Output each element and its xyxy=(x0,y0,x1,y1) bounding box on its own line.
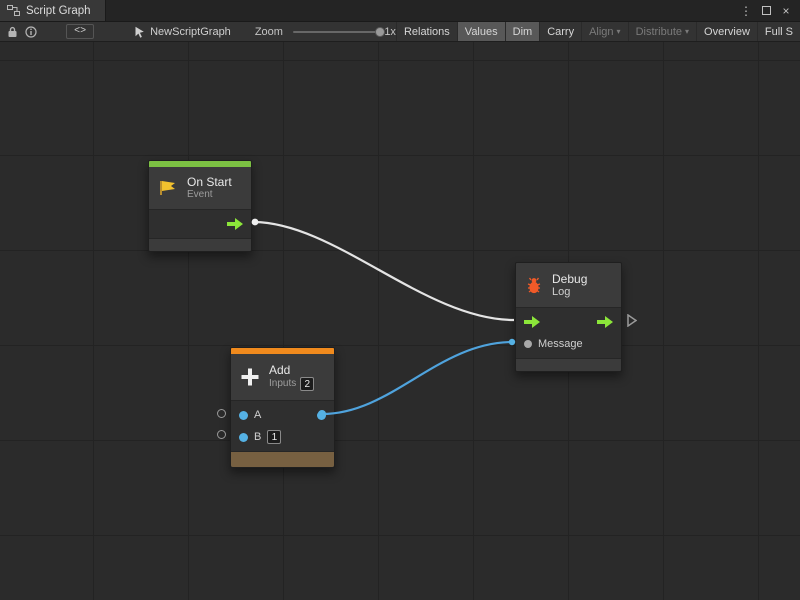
node-add[interactable]: Add Inputs 2 A B 1 xyxy=(230,347,335,468)
node-on-start[interactable]: On Start Event xyxy=(148,160,252,252)
align-label: Align xyxy=(589,26,613,38)
port-a-label: A xyxy=(254,409,261,421)
titlebar: Script Graph ⋮ × xyxy=(0,0,800,22)
info-icon xyxy=(25,26,37,38)
on-start-trigger-out-port[interactable] xyxy=(149,213,251,235)
debug-log-flow-in-port[interactable] xyxy=(524,316,540,328)
add-port-row-b[interactable]: B 1 xyxy=(231,426,334,448)
node-footer-accent xyxy=(231,452,334,467)
add-result-out-dot[interactable] xyxy=(317,411,326,420)
chevron-down-icon: ▾ xyxy=(685,27,689,36)
node-debug-log-header[interactable]: Debug Log xyxy=(516,263,621,307)
zoom-slider-handle[interactable] xyxy=(375,27,385,37)
flow-wire-start-dot xyxy=(252,219,259,226)
graph-name-breadcrumb[interactable]: NewScriptGraph xyxy=(134,26,231,38)
node-title: On Start xyxy=(187,175,232,189)
node-footer xyxy=(516,359,621,371)
code-view-button[interactable]: <> xyxy=(66,24,94,39)
debug-log-flow-out-port[interactable] xyxy=(597,316,613,328)
zoom-slider-track xyxy=(293,31,378,33)
overview-button[interactable]: Overview xyxy=(696,22,757,42)
window-controls: ⋮ × xyxy=(738,0,800,21)
values-button[interactable]: Values xyxy=(457,22,505,42)
node-subtitle: Log xyxy=(552,286,587,298)
node-add-header[interactable]: Add Inputs 2 xyxy=(231,354,334,400)
align-dropdown: Align ▾ xyxy=(581,22,627,42)
node-subtitle: Inputs xyxy=(269,378,296,390)
message-port-label: Message xyxy=(538,338,583,350)
port-a-unconnected-circle[interactable] xyxy=(217,409,226,418)
port-b-value-field[interactable]: 1 xyxy=(267,430,281,444)
fullscreen-button[interactable]: Full S xyxy=(757,22,800,42)
bug-icon xyxy=(524,276,544,295)
debug-log-message-port[interactable]: Message xyxy=(516,333,621,355)
flag-icon xyxy=(157,179,179,197)
chevron-down-icon: ▾ xyxy=(617,27,621,36)
window-menu-button[interactable]: ⋮ xyxy=(738,3,754,19)
inputs-count-field[interactable]: 2 xyxy=(300,377,314,391)
message-port-dot[interactable] xyxy=(524,340,532,348)
node-on-start-header[interactable]: On Start Event xyxy=(149,167,251,209)
add-port-row-a[interactable]: A xyxy=(231,404,334,426)
flow-arrow-icon xyxy=(524,316,540,328)
tab-title: Script Graph xyxy=(26,5,91,17)
zoom-slider[interactable] xyxy=(293,25,378,39)
cursor-icon xyxy=(134,26,145,38)
maximize-button[interactable] xyxy=(758,3,774,19)
maximize-icon xyxy=(762,6,771,15)
carry-button[interactable]: Carry xyxy=(539,22,581,42)
port-b-label: B xyxy=(254,431,261,443)
dim-button[interactable]: Dim xyxy=(505,22,540,42)
close-button[interactable]: × xyxy=(778,3,794,19)
flow-arrow-icon xyxy=(597,316,613,328)
distribute-label: Distribute xyxy=(636,26,682,38)
port-b-in-dot[interactable] xyxy=(239,433,248,442)
flow-out-unconnected-triangle[interactable] xyxy=(627,314,637,332)
zoom-label: Zoom xyxy=(255,26,283,38)
node-title: Add xyxy=(269,363,314,377)
flow-arrow-icon xyxy=(227,218,243,230)
port-b-unconnected-circle[interactable] xyxy=(217,430,226,439)
graph-toolbar: <> NewScriptGraph Zoom 1x Relations Valu… xyxy=(0,22,800,42)
distribute-dropdown: Distribute ▾ xyxy=(628,22,696,42)
script-graph-window: Script Graph ⋮ × <> NewScriptGraph Zoom … xyxy=(0,0,800,600)
tab-script-graph[interactable]: Script Graph xyxy=(0,0,106,21)
lock-icon xyxy=(7,26,18,38)
zoom-value: 1x xyxy=(384,26,396,38)
graph-canvas[interactable]: On Start Event xyxy=(0,42,800,600)
info-button[interactable] xyxy=(22,23,41,41)
relations-button[interactable]: Relations xyxy=(396,22,457,42)
node-footer xyxy=(149,239,251,251)
plus-icon xyxy=(239,366,261,388)
node-subtitle: Event xyxy=(187,189,232,201)
node-title: Debug xyxy=(552,272,587,286)
flow-wire-onstart-to-log[interactable] xyxy=(253,222,514,320)
script-graph-tab-icon xyxy=(7,5,20,16)
lock-button[interactable] xyxy=(3,23,22,41)
node-debug-log[interactable]: Debug Log Message xyxy=(515,262,622,372)
value-wire-add-to-message[interactable] xyxy=(322,342,513,414)
graph-name: NewScriptGraph xyxy=(150,26,231,38)
port-a-in-dot[interactable] xyxy=(239,411,248,420)
